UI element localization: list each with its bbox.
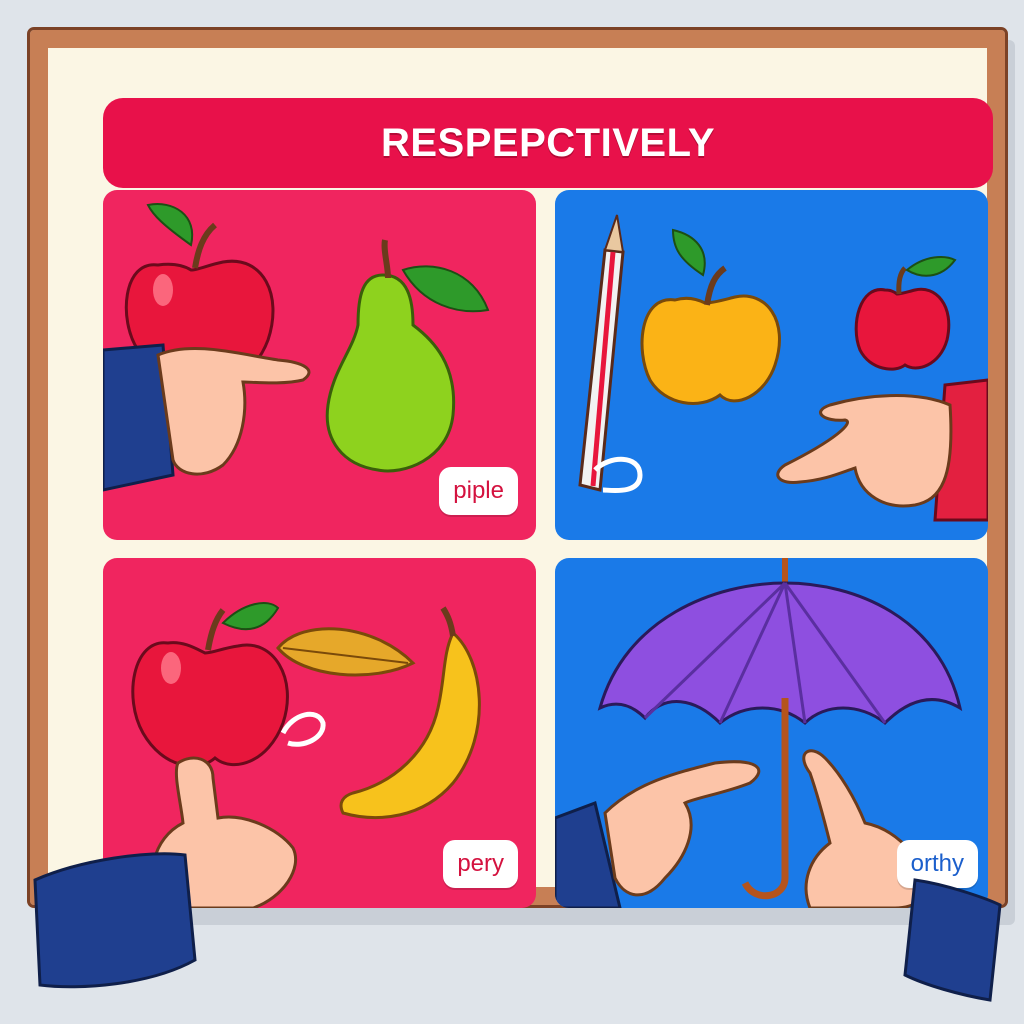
apple-icon (131, 602, 326, 768)
pointing-hand-icon (555, 760, 761, 908)
panel-1-label: piple (439, 467, 518, 515)
panel-3-label: pery (443, 840, 518, 888)
pencil-icon (578, 214, 643, 494)
panel-apple-banana: pery (103, 558, 536, 908)
board: RESPEPCTIVELY piple pery orthy (27, 27, 1008, 908)
pear-icon (325, 239, 490, 473)
title-banner: RESPEPCTIVELY (103, 98, 993, 188)
pointing-hand-icon (776, 378, 988, 522)
apple-icon (640, 228, 781, 405)
panel-apple-pear: piple (103, 190, 536, 540)
pointing-hand-icon (151, 756, 298, 908)
panel-umbrella: orthy (555, 558, 988, 908)
panel-pencil-apples (555, 190, 988, 540)
title-text: RESPEPCTIVELY (380, 120, 716, 165)
pointing-hand-icon (103, 343, 311, 492)
panel-4-label: orthy (896, 840, 978, 888)
apple-icon (854, 256, 957, 371)
leaf-icon (276, 627, 416, 677)
